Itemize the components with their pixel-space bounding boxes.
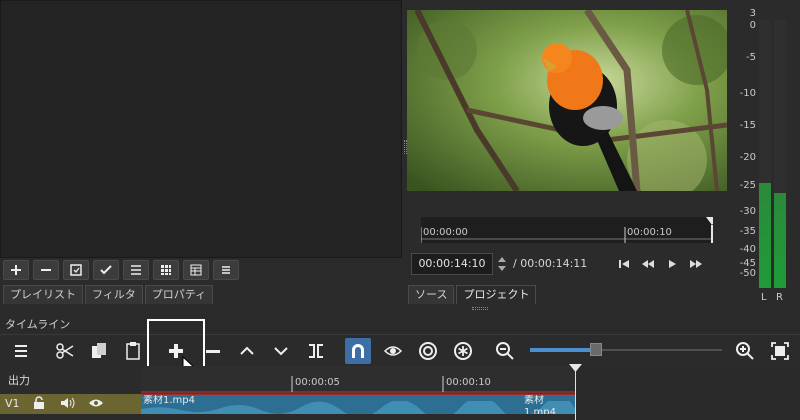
meter-right-level [774, 193, 786, 288]
duration-label: / 00:00:14:11 [513, 257, 588, 270]
meter-label: -20 [739, 152, 756, 163]
audio-waveform [141, 401, 575, 414]
clip-name-end: 素材1.mp4 [524, 395, 556, 414]
output-track-label: 出力 [8, 374, 30, 387]
cut-icon[interactable] [52, 338, 78, 364]
bird-image [407, 10, 727, 191]
lift-icon[interactable] [234, 338, 260, 364]
scrubber[interactable]: 00:00:00 00:00:10 [420, 217, 718, 243]
grid-view-icon[interactable] [153, 260, 179, 280]
meter-label: -30 [739, 206, 756, 217]
meter-label: -15 [739, 120, 756, 131]
meter-left-level [759, 183, 771, 288]
playlist-panel[interactable] [0, 0, 402, 258]
split-icon[interactable] [303, 338, 329, 364]
tab-project[interactable]: プロジェクト [456, 285, 537, 304]
zoom-in-icon[interactable] [732, 338, 758, 364]
tab-source[interactable]: ソース [408, 285, 455, 304]
clip-name-start: 素材1.mp4 [143, 395, 195, 406]
snap-magnet-icon[interactable] [345, 338, 371, 364]
timeline-title: タイムライン [5, 318, 71, 331]
update-icon[interactable] [63, 260, 89, 280]
tab-playlist[interactable]: プレイリスト [3, 285, 83, 304]
meter-label: -5 [746, 52, 756, 63]
meter-right-bg [774, 20, 786, 193]
meter-channel-l: L [761, 292, 767, 303]
meter-label: -35 [739, 226, 756, 237]
ripple-icon[interactable] [415, 338, 441, 364]
copy-icon[interactable] [86, 338, 112, 364]
lock-icon[interactable] [32, 396, 46, 410]
rewind-icon[interactable] [638, 254, 658, 274]
playhead-line [575, 368, 576, 420]
meter-label: -25 [739, 180, 756, 191]
meter-label: -10 [739, 88, 756, 99]
timecode-input[interactable]: 00:00:14:10 [411, 253, 493, 275]
timeline-menu-icon[interactable] [8, 338, 34, 364]
zoom-out-icon[interactable] [492, 338, 518, 364]
timeline-empty-area[interactable] [575, 366, 800, 420]
meter-channel-r: R [776, 292, 783, 303]
video-preview[interactable] [407, 10, 727, 191]
menu-icon[interactable] [213, 260, 239, 280]
overwrite-icon[interactable] [268, 338, 294, 364]
table-view-icon[interactable] [183, 260, 209, 280]
skip-start-icon[interactable] [614, 254, 634, 274]
zoom-slider-fill [530, 348, 595, 352]
scrub-icon[interactable] [380, 338, 406, 364]
meter-left-bg [759, 20, 771, 183]
list-view-icon[interactable] [123, 260, 149, 280]
splitter-handle[interactable] [472, 307, 488, 310]
playlist-toolbar [3, 260, 239, 282]
tab-filters[interactable]: フィルタ [85, 285, 143, 304]
paste-icon[interactable] [120, 338, 146, 364]
meter-label: 3 [749, 8, 756, 19]
add-icon[interactable] [3, 260, 29, 280]
ripple-all-icon[interactable] [450, 338, 476, 364]
visibility-eye-icon[interactable] [88, 398, 104, 408]
meter-label: -50 [739, 268, 756, 279]
tab-properties[interactable]: プロパティ [144, 285, 214, 304]
timeline-ruler[interactable]: 00:00:05 00:00:10 [141, 366, 575, 394]
fast-forward-icon[interactable] [686, 254, 706, 274]
check-icon[interactable] [93, 260, 119, 280]
play-icon[interactable] [662, 254, 682, 274]
left-tabs: プレイリスト フィルタ プロパティ [3, 285, 214, 304]
meter-label: -40 [739, 244, 756, 255]
scrubber-tick-start: 00:00:00 [423, 227, 468, 238]
clip[interactable]: 素材1.mp4 素材1.mp4 [141, 394, 575, 414]
ruler-tick-10: 00:00:10 [446, 377, 491, 388]
mute-speaker-icon[interactable] [60, 397, 76, 409]
vertical-splitter-handle[interactable] [404, 140, 407, 154]
remove-icon[interactable] [33, 260, 59, 280]
zoom-slider-handle[interactable] [590, 343, 602, 356]
meter-label: 0 [749, 20, 756, 31]
ruler-tick-5: 00:00:05 [295, 377, 340, 388]
playhead-marker[interactable] [569, 364, 582, 372]
zoom-fit-icon[interactable] [767, 338, 793, 364]
timecode-spinner[interactable] [496, 255, 508, 273]
viewer-tabs: ソース プロジェクト [408, 285, 537, 304]
scrubber-tick-10: 00:00:10 [627, 227, 672, 238]
track-v1-name: V1 [5, 397, 20, 410]
